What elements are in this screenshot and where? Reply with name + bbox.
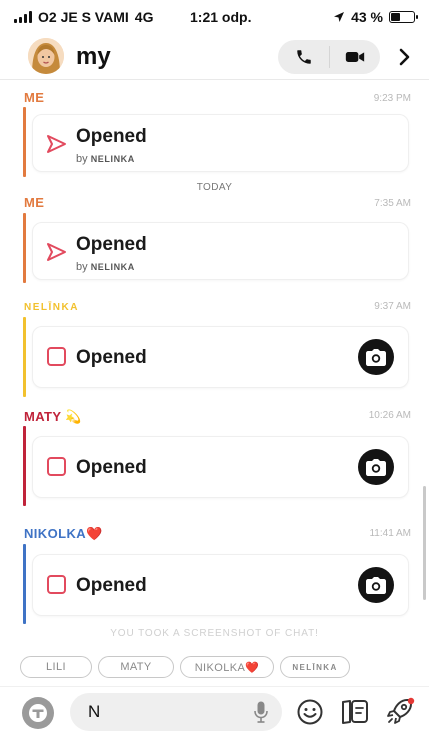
sticker-button[interactable] bbox=[340, 698, 370, 726]
message-list[interactable]: ME 9:23 PM Opened by NELINKA TODAY ME 7:… bbox=[0, 80, 429, 639]
camera-icon[interactable] bbox=[358, 449, 394, 485]
opened-by-name: NELINKA bbox=[90, 154, 135, 164]
battery-icon bbox=[389, 11, 418, 23]
recipient-chips: LILI MATY NIKOLKA❤️ NELĪNKA bbox=[20, 656, 350, 678]
snap-message-card[interactable]: Opened by NELINKA bbox=[32, 114, 409, 172]
video-call-button[interactable] bbox=[329, 40, 380, 74]
sender-color-bar bbox=[23, 213, 26, 283]
sender-color-bar bbox=[23, 317, 26, 397]
snap-message-card[interactable]: Opened bbox=[32, 326, 409, 388]
battery-fill bbox=[391, 13, 400, 21]
sender-label: NELĪNKA bbox=[24, 302, 79, 313]
sent-arrow-icon bbox=[47, 243, 66, 261]
snap-square-icon bbox=[47, 457, 66, 476]
camera-glyph bbox=[366, 458, 386, 476]
message-status: Opened bbox=[76, 347, 147, 368]
location-arrow-icon bbox=[334, 12, 345, 22]
sender-emoji: ❤️ bbox=[86, 526, 103, 541]
snap-message-card[interactable]: Opened by NELINKA bbox=[32, 222, 409, 280]
voice-call-button[interactable] bbox=[278, 40, 329, 74]
opened-by-name: NELINKA bbox=[90, 262, 135, 272]
camera-glyph bbox=[366, 348, 386, 366]
chat-title[interactable]: my bbox=[76, 43, 111, 71]
camera-icon[interactable] bbox=[358, 339, 394, 375]
snap-message-card[interactable]: Opened bbox=[32, 436, 409, 498]
chevron-right-button[interactable] bbox=[392, 42, 418, 72]
sent-arrow-icon bbox=[47, 135, 66, 153]
opened-by-prefix: by bbox=[76, 153, 88, 165]
sender-emoji: 💫 bbox=[65, 409, 82, 424]
status-right: 43 % bbox=[333, 9, 418, 25]
date-divider: TODAY bbox=[196, 182, 233, 193]
chat-header: my bbox=[0, 34, 429, 80]
message-time: 9:37 AM bbox=[374, 301, 411, 312]
sender-label: NIKOLKA❤️ bbox=[24, 526, 103, 542]
opened-by-prefix: by bbox=[76, 261, 88, 273]
games-button[interactable] bbox=[384, 695, 416, 727]
snap-message-card[interactable]: Opened bbox=[32, 554, 409, 616]
bitmoji-button[interactable] bbox=[22, 697, 54, 729]
sender-color-bar bbox=[23, 544, 26, 624]
snap-square-icon bbox=[47, 347, 66, 366]
chip-lili[interactable]: LILI bbox=[20, 656, 92, 678]
camera-glyph bbox=[366, 576, 386, 594]
bitmoji-avatar[interactable] bbox=[28, 38, 64, 74]
status-time: 1:21 odp. bbox=[190, 9, 252, 25]
emoji-button[interactable] bbox=[296, 698, 324, 726]
message-time: 10:26 AM bbox=[368, 410, 411, 421]
microphone-button[interactable] bbox=[250, 700, 272, 724]
status-left: O2 JE S VAMI 4G bbox=[14, 9, 153, 25]
message-time: 11:41 AM bbox=[369, 528, 411, 539]
sender-name: MATY bbox=[24, 409, 62, 424]
sender-color-bar bbox=[23, 107, 26, 177]
chip-nikolka[interactable]: NIKOLKA❤️ bbox=[180, 656, 274, 678]
camera-icon[interactable] bbox=[358, 567, 394, 603]
signal-icon bbox=[14, 11, 32, 23]
avatar-image bbox=[28, 38, 64, 74]
status-bar: O2 JE S VAMI 4G 1:21 odp. 43 % bbox=[0, 0, 429, 34]
video-camera-icon bbox=[345, 52, 364, 62]
phone-icon bbox=[296, 50, 311, 64]
scrollbar[interactable] bbox=[423, 486, 426, 600]
chat-input-bar bbox=[0, 686, 429, 735]
message-status: Opened bbox=[76, 234, 147, 255]
battery-percent: 43 % bbox=[351, 9, 383, 25]
rocket-icon bbox=[387, 697, 415, 724]
screenshot-notice: YOU TOOK A SCREENSHOT OF CHAT! bbox=[110, 628, 319, 639]
message-time: 7:35 AM bbox=[374, 198, 411, 209]
sender-color-bar bbox=[23, 426, 26, 506]
message-time: 9:23 PM bbox=[373, 93, 411, 104]
chevron-right-icon bbox=[399, 48, 410, 66]
smiley-icon bbox=[297, 699, 323, 725]
snap-square-icon bbox=[47, 575, 66, 594]
carrier-name: O2 JE S VAMI bbox=[38, 9, 129, 25]
message-status: Opened bbox=[76, 457, 147, 478]
opened-by: by NELINKA bbox=[76, 261, 135, 273]
opened-by: by NELINKA bbox=[76, 153, 135, 165]
message-status: Opened bbox=[76, 575, 147, 596]
sticker-icon bbox=[342, 700, 368, 724]
sender-label: MATY 💫 bbox=[24, 409, 82, 425]
call-button-group bbox=[278, 40, 380, 74]
sender-label: ME bbox=[24, 195, 45, 210]
sender-name: NIKOLKA bbox=[24, 526, 87, 541]
sender-label: ME bbox=[24, 90, 45, 105]
message-status: Opened bbox=[76, 126, 147, 147]
chip-maty[interactable]: MATY bbox=[98, 656, 174, 678]
bitmoji-icon bbox=[29, 704, 47, 722]
network-type: 4G bbox=[134, 9, 154, 25]
chip-nelinka[interactable]: NELĪNKA bbox=[280, 656, 350, 678]
microphone-icon bbox=[254, 701, 268, 723]
